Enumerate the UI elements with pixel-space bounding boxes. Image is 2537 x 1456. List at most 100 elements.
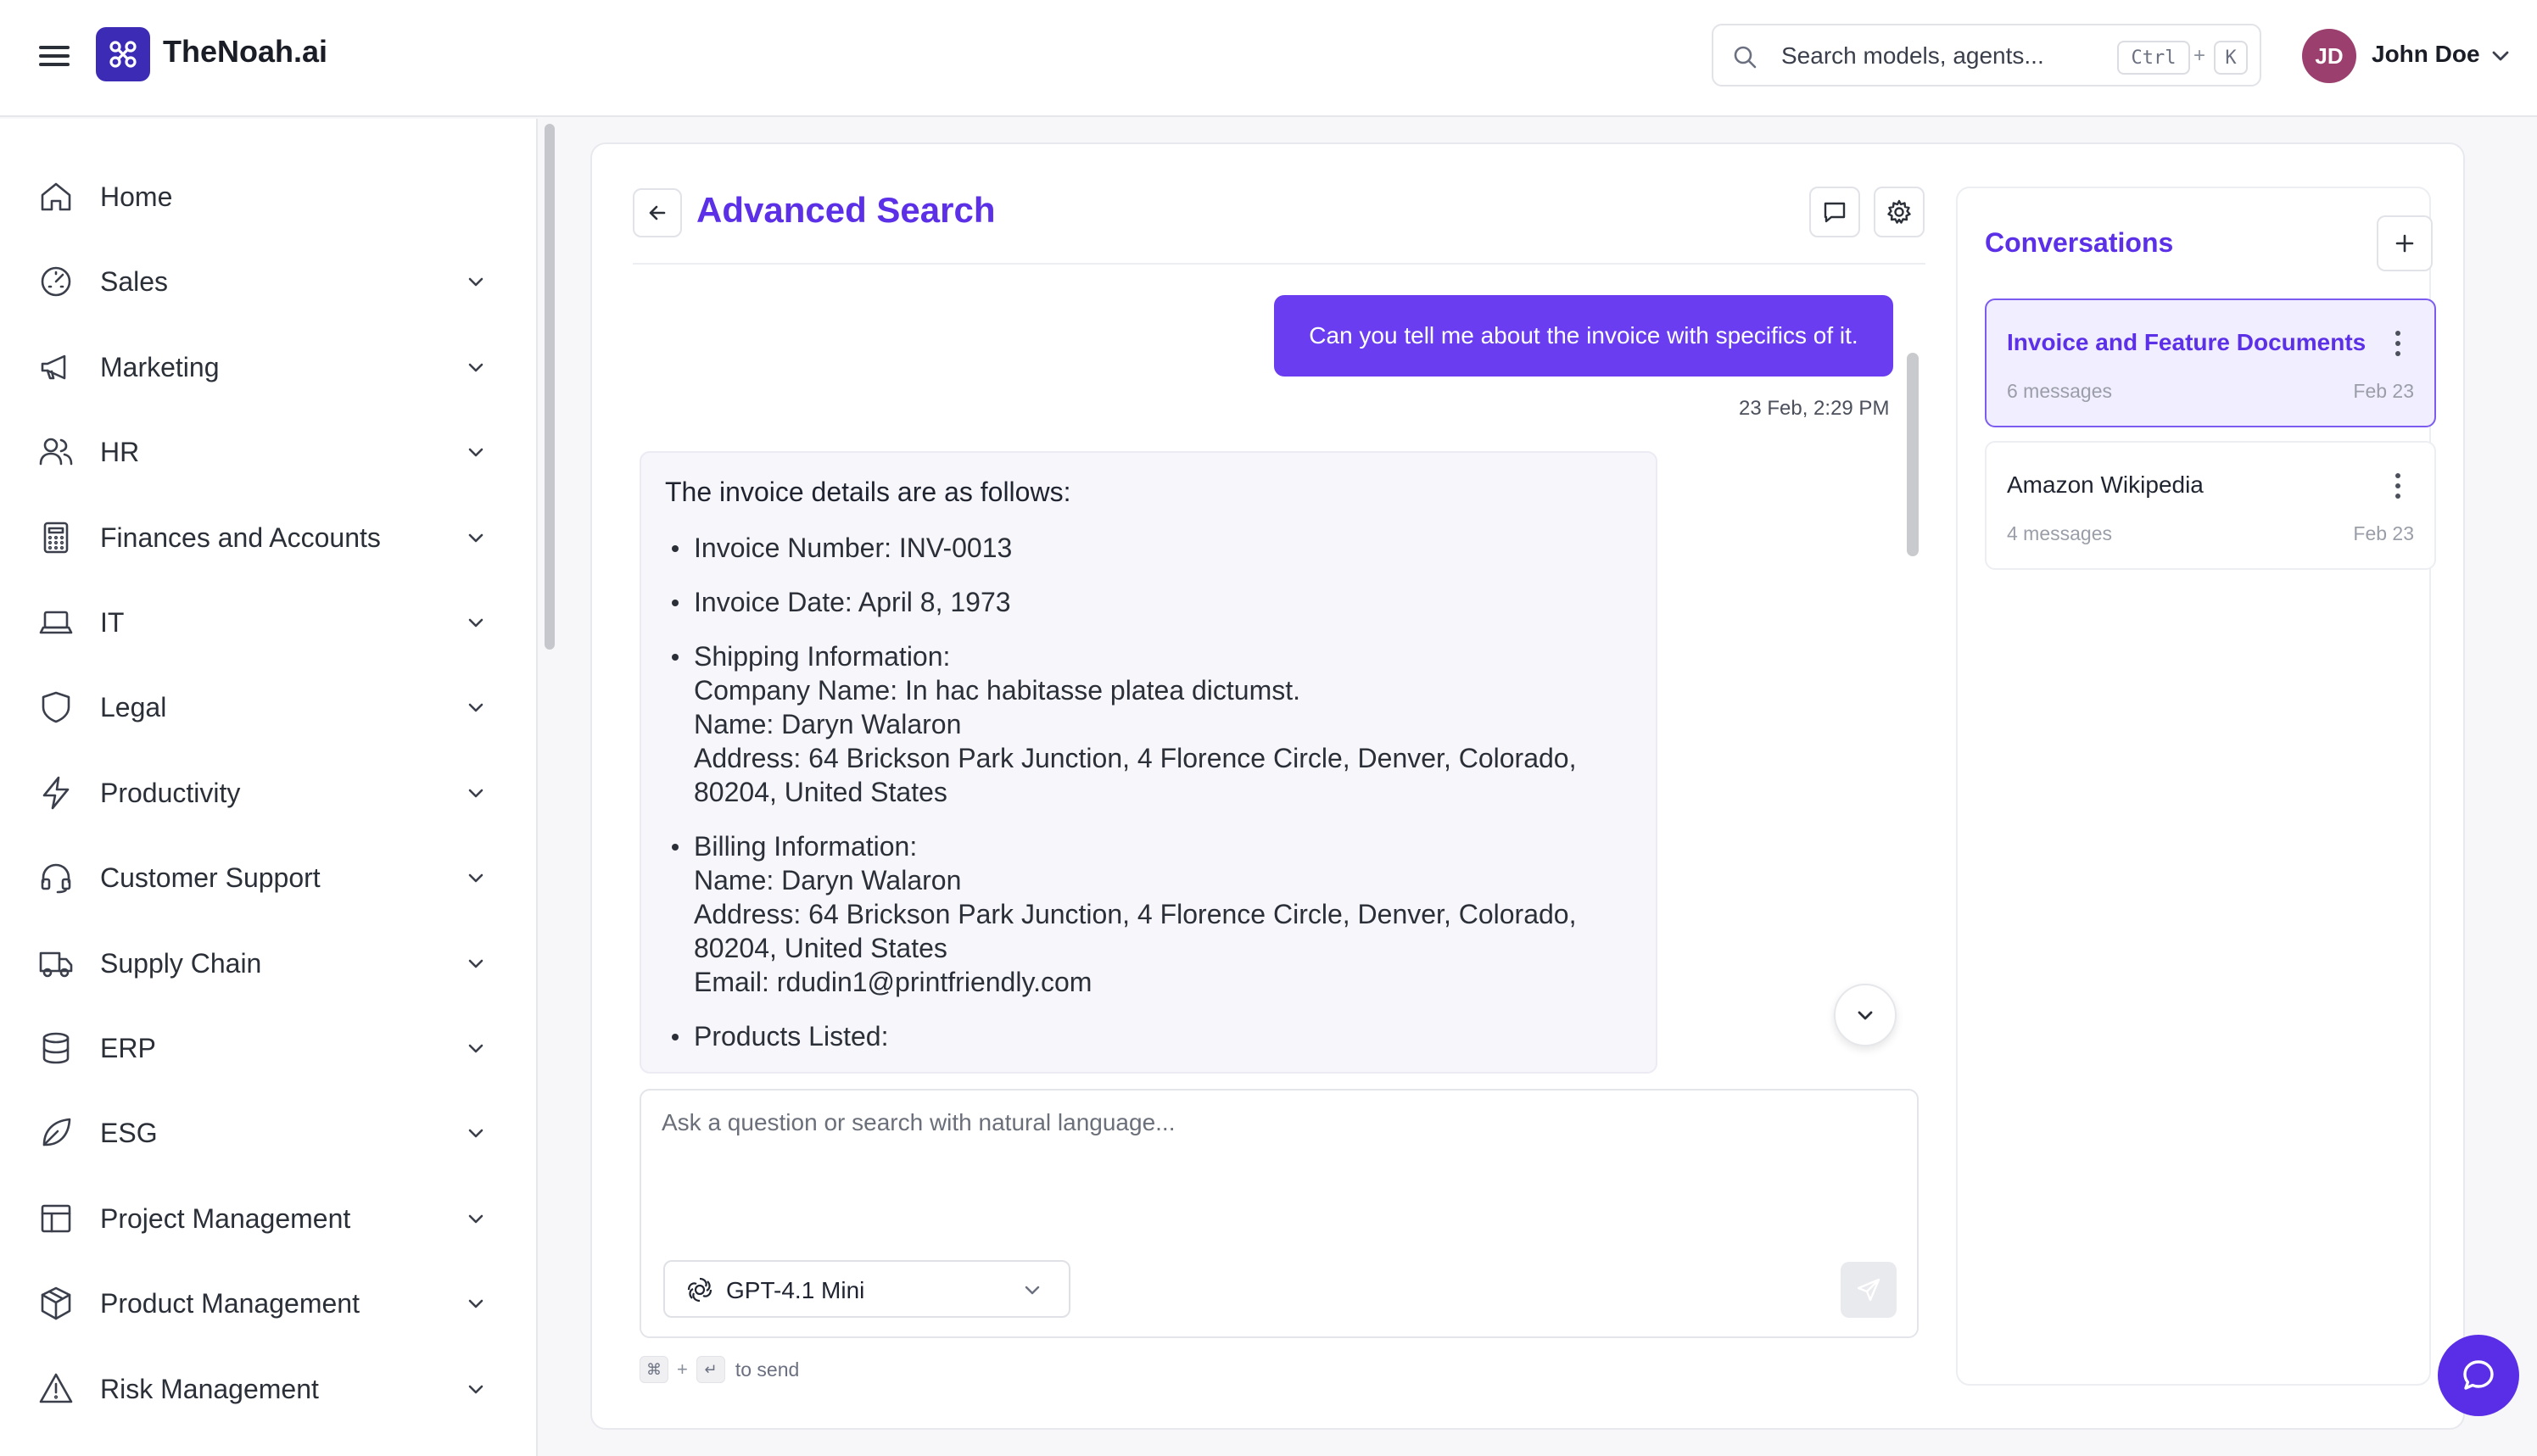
sidebar-item-product-management[interactable]: Product Management: [0, 1269, 509, 1337]
chevron-down-icon[interactable]: [465, 1378, 487, 1400]
sidebar-item-legal[interactable]: Legal: [0, 673, 509, 741]
invoice-detail-line: Products Listed:: [694, 1021, 889, 1052]
sidebar-item-label: Marketing: [100, 351, 220, 382]
conversations-title: Conversations: [1985, 227, 2174, 258]
menu-icon[interactable]: [37, 39, 71, 73]
invoice-detail-line: 80204, United States: [694, 777, 947, 807]
sidebar-item-hr[interactable]: HR: [0, 418, 509, 486]
plus-icon: [2395, 234, 2414, 253]
sidebar-item-project-management[interactable]: Project Management: [0, 1185, 509, 1252]
shortcut-plus: +: [2193, 44, 2206, 67]
back-button[interactable]: [633, 188, 682, 237]
chevron-down-icon[interactable]: [465, 527, 487, 549]
top-header: TheNoah.ai Ctrl + K JD John Doe: [0, 0, 2537, 117]
sidebar-item-label: Home: [100, 181, 173, 212]
invoice-detail-item: Invoice Number: INV-0013: [665, 531, 1640, 565]
chevron-down-icon[interactable]: [465, 1122, 487, 1144]
sidebar-item-marketing[interactable]: Marketing: [0, 333, 509, 401]
more-vertical-icon[interactable]: [2394, 471, 2402, 500]
sidebar-item-it[interactable]: IT: [0, 589, 509, 656]
sidebar-item-erp[interactable]: ERP: [0, 1014, 509, 1082]
send-shortcut-hint: ⌘ + ↵ to send: [640, 1355, 799, 1384]
conversation-name: Invoice and Feature Documents: [2007, 329, 2367, 355]
question-input[interactable]: [662, 1109, 1883, 1236]
sidebar-item-label: Finances and Accounts: [100, 522, 381, 553]
chevron-down-icon[interactable]: [2489, 44, 2512, 68]
package-icon: [41, 1286, 71, 1320]
invoice-detail-line: Address: 64 Brickson Park Junction, 4 Fl…: [694, 899, 1577, 929]
chat-scrollbar[interactable]: [1907, 353, 1919, 556]
chat-history-button[interactable]: [1809, 187, 1860, 237]
new-conversation-button[interactable]: [2377, 215, 2433, 271]
sidebar-item-risk-management[interactable]: Risk Management: [0, 1355, 509, 1423]
hint-text: to send: [735, 1358, 800, 1381]
sidebar-item-label: Supply Chain: [100, 947, 262, 979]
scroll-to-bottom-button[interactable]: [1834, 984, 1897, 1046]
chevron-down-icon[interactable]: [465, 1037, 487, 1059]
chevron-down-icon[interactable]: [465, 1208, 487, 1230]
conversation-date: Feb 23: [2353, 380, 2414, 402]
avatar[interactable]: JD: [2302, 29, 2356, 83]
sidebar-item-customer-support[interactable]: Customer Support: [0, 844, 509, 912]
invoice-detail-line: Email: rdudin1@printfriendly.com: [694, 967, 1092, 997]
sidebar-item-home[interactable]: Home: [0, 163, 509, 231]
sidebar-item-label: ERP: [100, 1032, 156, 1063]
sidebar-item-finances-and-accounts[interactable]: Finances and Accounts: [0, 504, 509, 572]
sidebar-item-label: Customer Support: [100, 862, 321, 893]
laptop-icon: [39, 611, 73, 634]
message-square-icon: [1824, 202, 1846, 223]
invoice-detail-line: Invoice Number: INV-0013: [694, 533, 1013, 563]
chevron-down-icon[interactable]: [465, 696, 487, 718]
invoice-detail-line: 80204, United States: [694, 933, 947, 963]
assistant-intro-text: The invoice details are as follows:: [665, 477, 1071, 507]
invoice-detail-line: Name: Daryn Walaron: [694, 709, 962, 739]
chevron-down-icon[interactable]: [465, 611, 487, 633]
conversation-item[interactable]: Amazon Wikipedia 4 messages Feb 23: [1985, 441, 2436, 570]
sidebar-scrollbar[interactable]: [545, 124, 555, 650]
layout-icon: [41, 1204, 71, 1233]
gauge-icon: [41, 266, 71, 297]
conversation-item[interactable]: Invoice and Feature Documents 6 messages F…: [1985, 298, 2436, 427]
more-vertical-icon[interactable]: [2394, 329, 2402, 358]
global-search[interactable]: Ctrl + K: [1712, 24, 2261, 86]
title-divider: [633, 263, 1925, 265]
chat-assistant-button[interactable]: [2438, 1335, 2519, 1416]
chat-bubble-icon: [2463, 1360, 2494, 1390]
cmd-key: ⌘: [640, 1356, 668, 1383]
sidebar-item-partner-management[interactable]: Partner Management: [0, 1440, 509, 1456]
openai-icon: [687, 1277, 712, 1303]
assistant-message-bubble: The invoice details are as follows: Invo…: [640, 451, 1657, 1074]
sidebar-item-productivity[interactable]: Productivity: [0, 759, 509, 827]
sidebar-item-supply-chain[interactable]: Supply Chain: [0, 929, 509, 997]
sidebar-item-label: IT: [100, 606, 125, 638]
brand-name[interactable]: TheNoah.ai: [163, 34, 327, 70]
invoice-detail-line: Billing Information:: [694, 831, 918, 862]
sidebar-item-label: ESG: [100, 1117, 158, 1148]
arrow-left-icon: [649, 205, 666, 220]
truck-icon: [39, 951, 73, 978]
sidebar-item-sales[interactable]: Sales: [0, 248, 509, 315]
user-name[interactable]: John Doe: [2372, 41, 2480, 68]
chevron-down-icon[interactable]: [465, 441, 487, 463]
invoice-detail-line: Address: 64 Brickson Park Junction, 4 Fl…: [694, 743, 1577, 773]
sidebar-item-label: Sales: [100, 265, 169, 297]
brand-logo-icon[interactable]: [96, 27, 150, 81]
search-input[interactable]: [1781, 34, 2112, 78]
chevron-down-icon[interactable]: [465, 867, 487, 889]
invoice-details-list: Invoice Number: INV-0013 Invoice Date: Ap…: [665, 531, 1640, 1072]
model-selector[interactable]: GPT-4.1 Mini: [663, 1260, 1070, 1318]
sidebar-item-esg[interactable]: ESG: [0, 1099, 509, 1167]
send-icon: [1857, 1278, 1880, 1302]
warning-icon: [39, 1373, 73, 1403]
chevron-down-icon[interactable]: [465, 356, 487, 378]
send-button[interactable]: [1841, 1262, 1897, 1318]
chevron-down-icon[interactable]: [465, 782, 487, 804]
settings-button[interactable]: [1874, 187, 1925, 237]
conversation-message-count: 6 messages: [2007, 380, 2113, 402]
chevron-down-icon[interactable]: [465, 1292, 487, 1314]
sidebar-item-label: Product Management: [100, 1287, 360, 1319]
hint-plus: +: [677, 1358, 688, 1380]
chevron-down-icon[interactable]: [465, 271, 487, 293]
chevron-down-icon[interactable]: [465, 952, 487, 974]
model-label: GPT-4.1 Mini: [726, 1277, 865, 1303]
